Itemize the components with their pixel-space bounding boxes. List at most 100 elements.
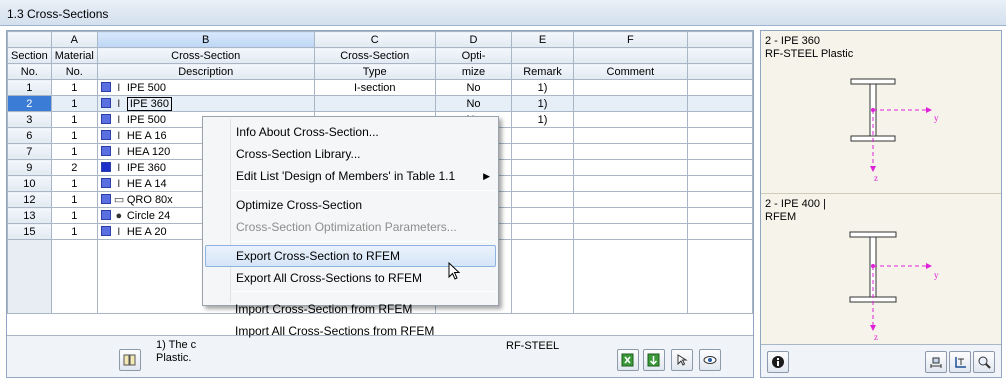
material-no-cell[interactable]: 1 xyxy=(50,207,98,224)
section-no-cell[interactable]: 2 xyxy=(7,95,52,112)
axes-toggle-button[interactable] xyxy=(949,351,971,373)
cross-section-type-cell[interactable]: I-section xyxy=(313,79,436,96)
section-no-cell[interactable]: 6 xyxy=(7,127,52,144)
ipe-400-section-drawing: y z xyxy=(849,231,939,342)
blank-cell[interactable] xyxy=(686,159,754,176)
i-section-icon: I xyxy=(117,129,121,142)
cross-section-header: Cross-Section xyxy=(96,47,315,64)
comment-cell[interactable] xyxy=(572,175,688,192)
blank-header xyxy=(686,63,754,80)
blank-cell[interactable] xyxy=(686,143,754,160)
section-no-cell[interactable]: 12 xyxy=(7,191,52,208)
blank-cell[interactable] xyxy=(686,207,754,224)
remark-cell[interactable] xyxy=(511,223,574,240)
select-graphic-button[interactable] xyxy=(671,349,693,371)
remark-cell[interactable] xyxy=(511,159,574,176)
blank-cell[interactable] xyxy=(686,127,754,144)
comment-cell[interactable] xyxy=(572,159,688,176)
corner-header[interactable] xyxy=(7,31,52,48)
menu-info-about-cross-section[interactable]: Info About Cross-Section... xyxy=(205,121,496,143)
comment-cell[interactable] xyxy=(572,95,688,112)
blank-cell[interactable] xyxy=(686,191,754,208)
cross-section-description-cell[interactable]: I IPE 360 xyxy=(96,95,315,112)
blank-cell[interactable] xyxy=(686,223,754,240)
axes-icon xyxy=(955,357,966,368)
material-no-cell[interactable]: 2 xyxy=(50,159,98,176)
section-no-cell[interactable]: 10 xyxy=(7,175,52,192)
menu-optimize-cross-section[interactable]: Optimize Cross-Section xyxy=(205,194,496,216)
material-color-swatch xyxy=(100,177,111,188)
col-letter-e[interactable]: E xyxy=(511,31,574,48)
material-no-cell[interactable]: 1 xyxy=(50,127,98,144)
remark-cell[interactable]: 1) xyxy=(511,111,574,128)
description-text: IPE 360 xyxy=(126,161,166,174)
remark-cell[interactable]: 1) xyxy=(511,95,574,112)
blank-cell[interactable] xyxy=(686,175,754,192)
col-letter-empty xyxy=(686,31,754,48)
zoom-section-button[interactable] xyxy=(973,351,995,373)
material-no-cell[interactable]: 1 xyxy=(50,223,98,240)
material-color-swatch xyxy=(100,161,111,172)
comment-cell[interactable] xyxy=(572,191,688,208)
material-no-cell[interactable]: 1 xyxy=(50,95,98,112)
comment-cell[interactable] xyxy=(572,127,688,144)
section-no-cell[interactable]: 15 xyxy=(7,223,52,240)
section-no-cell[interactable]: 7 xyxy=(7,143,52,160)
material-no-cell[interactable]: 1 xyxy=(50,175,98,192)
blank-cell[interactable] xyxy=(686,79,754,96)
menu-edit-list-design-of-members[interactable]: Edit List 'Design of Members' in Table 1… xyxy=(205,165,496,187)
optimize-cell[interactable]: No xyxy=(434,79,513,96)
material-no-cell[interactable]: 1 xyxy=(50,79,98,96)
section-no-cell[interactable]: 13 xyxy=(7,207,52,224)
table-row[interactable]: 2 1 I IPE 360 No 1) xyxy=(7,95,754,112)
blank-cell[interactable] xyxy=(686,111,754,128)
optimize-cell[interactable]: No xyxy=(434,95,513,112)
remark-cell[interactable] xyxy=(511,175,574,192)
material-no-cell[interactable]: 1 xyxy=(50,143,98,160)
description-text: QRO 80x xyxy=(126,194,173,206)
col-letter-a[interactable]: A xyxy=(50,31,98,48)
menu-import-all-cross-sections[interactable]: Import All Cross-Sections from RFEM xyxy=(204,320,495,342)
section-info-button[interactable] xyxy=(767,351,789,373)
section-no-cell[interactable]: 3 xyxy=(7,111,52,128)
comment-header: Comment xyxy=(572,63,688,80)
import-excel-button[interactable] xyxy=(643,349,665,371)
comment-cell[interactable] xyxy=(572,207,688,224)
excel-import-icon xyxy=(647,353,660,367)
comment-cell[interactable] xyxy=(572,111,688,128)
col-letter-b[interactable]: B xyxy=(96,31,315,48)
material-color-swatch xyxy=(100,81,111,92)
col-letter-f[interactable]: F xyxy=(572,31,688,48)
description-text: HE A 16 xyxy=(126,129,167,142)
window-title: 1.3 Cross-Sections xyxy=(7,7,109,21)
table-row[interactable]: 1 1 I IPE 500 I-section No 1) xyxy=(7,79,754,96)
section-no-cell[interactable]: 9 xyxy=(7,159,52,176)
y-axis-label-bottom: y xyxy=(934,270,939,280)
col-letter-c[interactable]: C xyxy=(313,31,436,48)
remark-cell[interactable] xyxy=(511,143,574,160)
remark-cell[interactable] xyxy=(511,191,574,208)
comment-cell[interactable] xyxy=(572,143,688,160)
section-no-cell[interactable]: 1 xyxy=(7,79,52,96)
col-letter-d[interactable]: D xyxy=(434,31,513,48)
cross-section-description-cell[interactable]: I IPE 500 xyxy=(96,79,315,96)
material-no-cell[interactable]: 1 xyxy=(50,111,98,128)
view-button[interactable] xyxy=(699,349,721,371)
comment-cell[interactable] xyxy=(572,223,688,240)
dimensions-button[interactable] xyxy=(925,351,947,373)
menu-cross-section-library[interactable]: Cross-Section Library... xyxy=(205,143,496,165)
remark-cell[interactable]: 1) xyxy=(511,79,574,96)
blank-cell[interactable] xyxy=(686,95,754,112)
remark-cell[interactable] xyxy=(511,207,574,224)
description-text: HE A 20 xyxy=(126,225,167,238)
remark-cell[interactable] xyxy=(511,127,574,144)
info-book-button[interactable] xyxy=(119,349,141,371)
z-axis-label-top: z xyxy=(874,173,878,183)
comment-cell[interactable] xyxy=(572,79,688,96)
cross-section-type-cell[interactable] xyxy=(313,95,436,112)
export-excel-button[interactable] xyxy=(617,349,639,371)
material-color-swatch xyxy=(100,129,111,140)
type-header: Cross-Section xyxy=(313,47,436,64)
menu-import-cross-section-from-rfem[interactable]: Import Cross-Section from RFEM xyxy=(204,298,495,320)
material-no-cell[interactable]: 1 xyxy=(50,191,98,208)
